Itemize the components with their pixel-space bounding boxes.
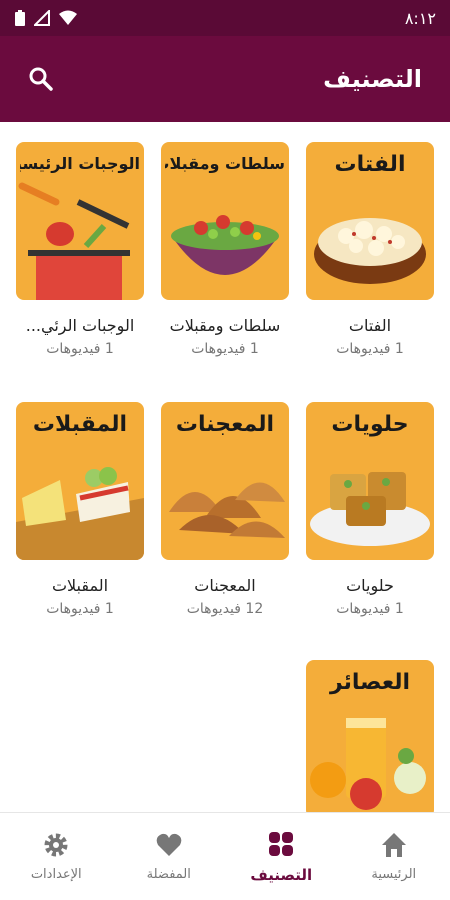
category-thumbnail-title: الفتات — [334, 152, 406, 177]
category-thumbnail: الفتات — [306, 142, 434, 300]
category-thumbnail: المقبلات — [16, 402, 144, 560]
category-thumbnail: المعجنات — [161, 402, 289, 560]
nav-item-favorites[interactable]: المفضلة — [119, 831, 219, 882]
nav-item-categories[interactable]: التصنيف — [231, 830, 331, 884]
nav-item-home[interactable]: الرئيسية — [344, 831, 444, 882]
grid-icon — [269, 831, 294, 856]
category-thumbnail: العصائر — [306, 660, 434, 812]
category-thumbnail-title: سلطات ومقبلات — [165, 154, 285, 173]
category-card-pastries[interactable]: المعجنات المعجنات 12 فيديوهات — [161, 402, 289, 617]
category-card-sweets[interactable]: حلويات حلويات 1 فيديوهات — [306, 402, 434, 617]
status-time: ٨:١٢ — [404, 8, 436, 28]
category-name: المعجنات — [194, 576, 256, 595]
nav-label-categories: التصنيف — [250, 865, 313, 884]
battery-icon — [15, 10, 25, 26]
search-icon[interactable] — [28, 66, 54, 92]
category-video-count: 1 فيديوهات — [336, 601, 404, 617]
status-icons — [14, 9, 78, 27]
category-video-count: 1 فيديوهات — [46, 601, 114, 617]
category-name: حلويات — [346, 576, 394, 595]
category-video-count: 1 فيديوهات — [46, 341, 114, 357]
category-card-fatat[interactable]: الفتات الفتات 1 فيديوهات — [306, 142, 434, 357]
category-thumbnail-title: الوجبات الرئيسية — [20, 154, 140, 173]
category-thumbnail-title: حلويات — [331, 412, 409, 437]
category-name: سلطات ومقبلات — [169, 316, 281, 335]
category-thumbnail-title: العصائر — [329, 670, 411, 695]
category-thumbnail-title: المعجنات — [175, 412, 275, 437]
category-card-appetizers[interactable]: المقبلات المقبلات 1 فيديوهات — [16, 402, 144, 617]
category-video-count: 1 فيديوهات — [336, 341, 404, 357]
category-card-juices[interactable]: العصائر — [306, 660, 434, 812]
category-card-main-meals[interactable]: الوجبات الرئيسية الوجبات الرئي... 1 فيدي… — [16, 142, 144, 357]
wifi-icon — [59, 10, 77, 25]
category-grid: الفتات الفتات 1 فيديوهات سلطات ومقبلات س… — [0, 122, 450, 812]
status-bar: ٨:١٢ — [0, 0, 450, 36]
page-title: التصنيف — [323, 65, 422, 93]
category-name: الفتات — [348, 316, 392, 335]
home-icon — [381, 833, 406, 857]
category-thumbnail: حلويات — [306, 402, 434, 560]
nav-label-settings: الإعدادات — [30, 867, 82, 882]
category-thumbnail: الوجبات الرئيسية — [16, 142, 144, 300]
category-video-count: 12 فيديوهات — [186, 601, 264, 617]
category-video-count: 1 فيديوهات — [191, 341, 259, 357]
category-name: الوجبات الرئي... — [25, 316, 135, 335]
signal-icon — [34, 10, 50, 26]
category-name: المقبلات — [51, 576, 109, 595]
nav-item-settings[interactable]: الإعدادات — [6, 831, 106, 882]
category-card-salads[interactable]: سلطات ومقبلات سلطات ومقبلات 1 فيديوهات — [161, 142, 289, 357]
nav-label-home: الرئيسية — [371, 867, 417, 882]
app-bar: التصنيف — [0, 36, 450, 122]
category-thumbnail: سلطات ومقبلات — [161, 142, 289, 300]
heart-icon — [156, 833, 182, 856]
gear-icon — [44, 833, 68, 857]
category-thumbnail-title: المقبلات — [32, 412, 128, 437]
bottom-navigation: الرئيسية التصنيف المفضلة الإعدادات — [0, 812, 450, 900]
nav-label-favorites: المفضلة — [146, 867, 191, 882]
